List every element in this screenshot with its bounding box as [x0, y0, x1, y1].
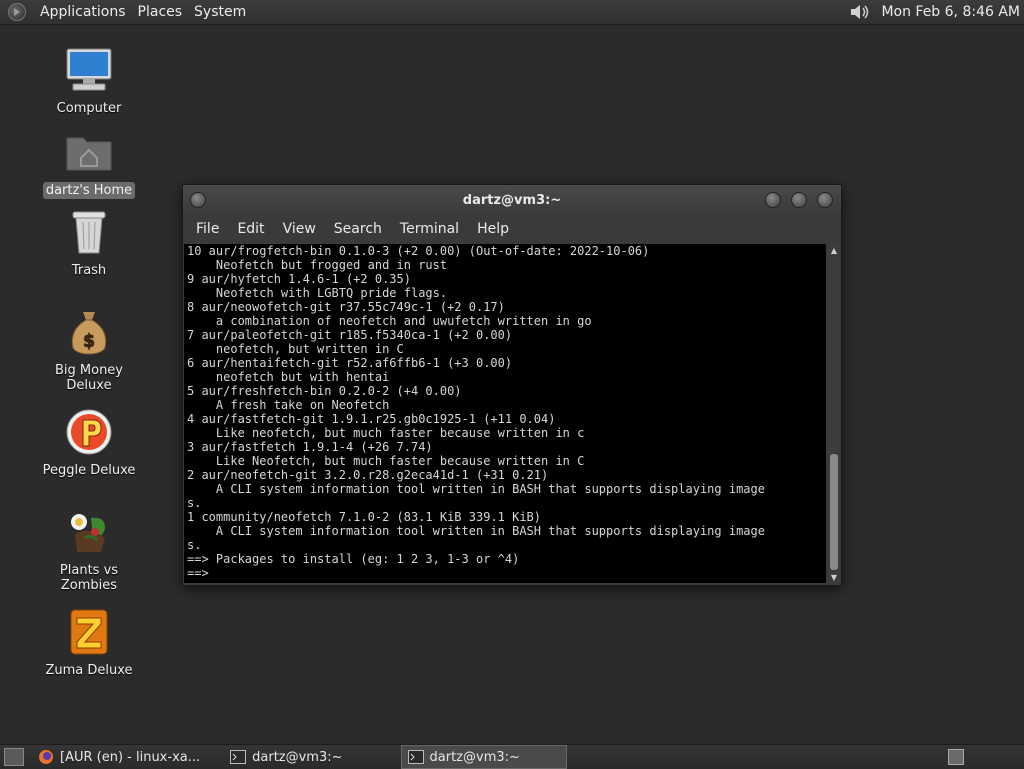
menu-file[interactable]: File	[187, 221, 228, 237]
bottom-panel: [AUR (en) - linux-xa... dartz@vm3:~ dart…	[0, 744, 1024, 769]
computer-icon	[63, 44, 115, 96]
plants-vs-zombies-icon	[63, 506, 115, 558]
window-titlebar[interactable]: dartz@vm3:~	[183, 185, 841, 215]
taskbar-item-label: [AUR (en) - linux-xa...	[60, 749, 201, 765]
close-icon[interactable]	[817, 192, 833, 208]
desktop-icon-label: Plants vs Zombies	[59, 563, 119, 593]
menu-terminal[interactable]: Terminal	[391, 221, 468, 237]
scrollbar-thumb[interactable]	[830, 454, 838, 570]
maximize-icon[interactable]	[791, 192, 807, 208]
applications-menu[interactable]: Applications	[34, 0, 132, 24]
firefox-icon	[38, 750, 54, 764]
desktop-icon-plants-vs-zombies[interactable]: Plants vs Zombies	[29, 506, 149, 594]
terminal-output[interactable]: 10 aur/frogfetch-bin 0.1.0-3 (+2 0.00) (…	[184, 244, 826, 583]
terminal-icon	[407, 750, 424, 764]
taskbar-item-label: dartz@vm3:~	[429, 749, 520, 765]
zuma-icon	[63, 606, 115, 658]
desktop-icon-zuma[interactable]: Zuma Deluxe	[29, 606, 149, 679]
desktop-icon-computer[interactable]: Computer	[29, 44, 149, 117]
terminal-text: 10 aur/frogfetch-bin 0.1.0-3 (+2 0.00) (…	[187, 244, 765, 580]
menu-edit[interactable]: Edit	[228, 221, 273, 237]
desktop-icon-label: dartz's Home	[42, 182, 136, 199]
desktop-icon-big-money[interactable]: $ Big Money Deluxe	[29, 306, 149, 394]
desktop-icon-label: Big Money Deluxe	[54, 363, 123, 393]
svg-text:$: $	[83, 330, 96, 351]
workspace-switcher[interactable]	[948, 749, 964, 765]
peggle-icon	[63, 406, 115, 458]
menu-help[interactable]: Help	[468, 221, 518, 237]
desktop-icon-peggle[interactable]: Peggle Deluxe	[29, 406, 149, 479]
terminal-menubar: File Edit View Search Terminal Help	[183, 215, 841, 243]
desktop-icon-label: Zuma Deluxe	[45, 663, 133, 678]
desktop-icon-label: Computer	[56, 101, 122, 116]
minimize-icon[interactable]	[765, 192, 781, 208]
menu-view[interactable]: View	[274, 221, 325, 237]
distro-logo-icon[interactable]	[8, 3, 26, 21]
taskbar-item-terminal-active[interactable]: dartz@vm3:~	[400, 745, 567, 769]
home-folder-icon	[63, 126, 115, 178]
scroll-up-icon[interactable]: ▲	[828, 244, 840, 256]
system-menu[interactable]: System	[188, 0, 252, 24]
top-panel: Applications Places System Mon Feb 6, 8:…	[0, 0, 1024, 25]
clock[interactable]: Mon Feb 6, 8:46 AM	[881, 4, 1020, 20]
terminal-window: dartz@vm3:~ File Edit View Search Termin…	[182, 184, 842, 586]
show-desktop-icon[interactable]	[4, 748, 24, 766]
terminal-icon	[230, 750, 247, 764]
window-title: dartz@vm3:~	[462, 192, 562, 208]
window-menu-icon[interactable]	[190, 192, 206, 208]
taskbar-item-browser[interactable]: [AUR (en) - linux-xa...	[32, 746, 206, 768]
desktop-icon-label: Peggle Deluxe	[42, 463, 136, 478]
places-menu[interactable]: Places	[132, 0, 189, 24]
desktop-icon-label: Trash	[71, 263, 107, 278]
scroll-down-icon[interactable]: ▼	[828, 571, 840, 583]
terminal-scrollbar[interactable]: ▲ ▼	[828, 244, 840, 583]
volume-icon[interactable]	[849, 2, 871, 22]
money-bag-icon: $	[63, 306, 115, 358]
taskbar-item-terminal[interactable]: dartz@vm3:~	[224, 746, 348, 768]
menu-search[interactable]: Search	[325, 221, 391, 237]
desktop-icon-home[interactable]: dartz's Home	[29, 126, 149, 199]
trash-icon	[63, 206, 115, 258]
taskbar-item-label: dartz@vm3:~	[252, 749, 343, 765]
desktop-icon-trash[interactable]: Trash	[29, 206, 149, 279]
